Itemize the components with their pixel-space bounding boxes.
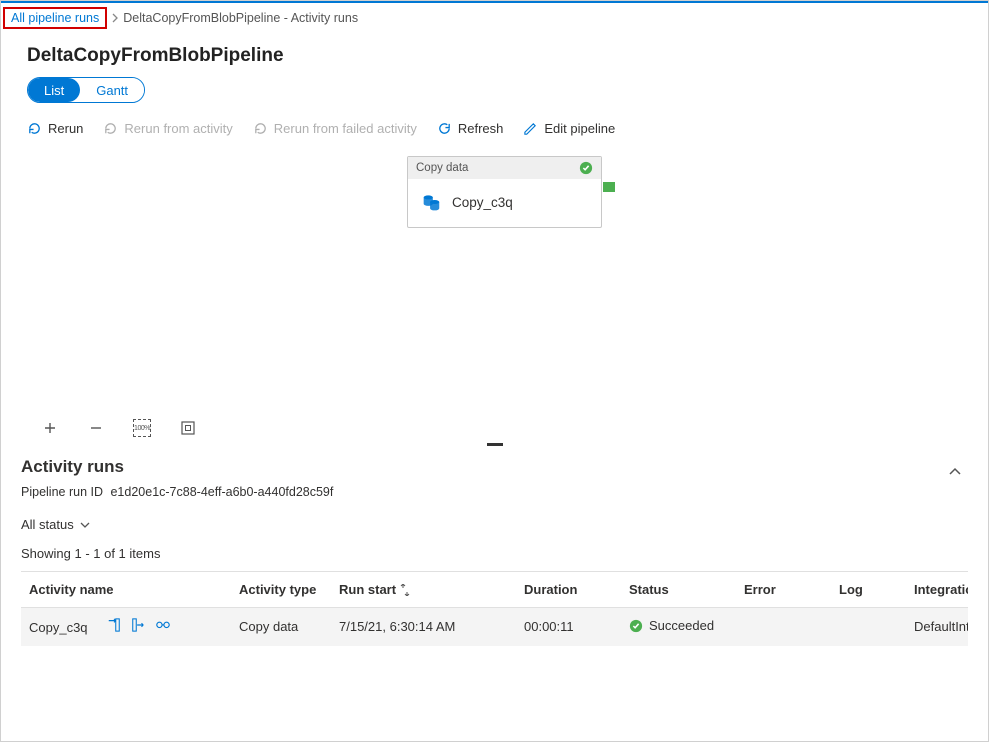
col-status[interactable]: Status xyxy=(621,572,736,608)
col-error[interactable]: Error xyxy=(736,572,831,608)
col-run-start[interactable]: Run start xyxy=(331,572,516,608)
chevron-right-icon xyxy=(111,13,119,23)
database-icon xyxy=(420,191,442,213)
status-filter-label: All status xyxy=(21,517,74,532)
col-activity-type[interactable]: Activity type xyxy=(231,572,331,608)
pipeline-canvas[interactable]: Copy data Copy_c3q xyxy=(27,152,970,437)
refresh-icon xyxy=(437,121,452,136)
cell-activity-type: Copy data xyxy=(231,608,331,646)
rerun-activity-label: Rerun from activity xyxy=(124,121,232,136)
pipeline-run-id: Pipeline run ID e1d20e1c-7c88-4eff-a6b0-… xyxy=(21,485,968,499)
activity-runs-heading: Activity runs xyxy=(21,457,124,477)
edit-pipeline-button[interactable]: Edit pipeline xyxy=(523,121,615,136)
rerun-label: Rerun xyxy=(48,121,83,136)
breadcrumb: All pipeline runs DeltaCopyFromBlobPipel… xyxy=(1,3,988,33)
breadcrumb-root-link[interactable]: All pipeline runs xyxy=(3,7,107,29)
pencil-icon xyxy=(523,121,538,136)
refresh-button[interactable]: Refresh xyxy=(437,121,504,136)
fit-screen-button[interactable] xyxy=(179,419,197,437)
cell-integration: DefaultIntegr xyxy=(906,608,968,646)
col-integration[interactable]: Integration r xyxy=(906,572,968,608)
glasses-icon[interactable] xyxy=(155,618,171,632)
cell-log xyxy=(831,608,906,646)
item-count-text: Showing 1 - 1 of 1 items xyxy=(21,546,968,561)
view-toggle-list[interactable]: List xyxy=(28,78,80,102)
rerun-activity-icon xyxy=(103,121,118,136)
refresh-label: Refresh xyxy=(458,121,504,136)
rerun-icon xyxy=(27,121,42,136)
sort-icon xyxy=(400,584,410,596)
zoom-out-button[interactable] xyxy=(87,419,105,437)
activity-node-header: Copy data xyxy=(408,157,601,179)
rerun-from-failed-button: Rerun from failed activity xyxy=(253,121,417,136)
rerun-failed-label: Rerun from failed activity xyxy=(274,121,417,136)
collapse-panel-button[interactable] xyxy=(942,460,968,482)
rerun-failed-icon xyxy=(253,121,268,136)
table-row[interactable]: Copy_c3q Copy data 7/15/21, 6: xyxy=(21,608,968,646)
cell-activity-name: Copy_c3q xyxy=(29,620,88,635)
zoom-in-button[interactable] xyxy=(41,419,59,437)
status-filter-dropdown[interactable]: All status xyxy=(21,517,90,532)
edit-label: Edit pipeline xyxy=(544,121,615,136)
input-icon[interactable] xyxy=(107,618,121,632)
rerun-from-activity-button: Rerun from activity xyxy=(103,121,232,136)
view-toggle-gantt[interactable]: Gantt xyxy=(80,78,144,102)
page-title: DeltaCopyFromBlobPipeline xyxy=(27,45,970,67)
zoom-reset-button[interactable]: 100% xyxy=(133,419,151,437)
chevron-down-icon xyxy=(80,521,90,529)
splitter-handle[interactable] xyxy=(1,437,988,451)
col-log[interactable]: Log xyxy=(831,572,906,608)
run-id-value: e1d20e1c-7c88-4eff-a6b0-a440fd28c59f xyxy=(110,485,333,499)
col-run-start-label: Run start xyxy=(339,582,396,597)
cell-run-start: 7/15/21, 6:30:14 AM xyxy=(331,608,516,646)
view-toggle: List Gantt xyxy=(27,77,145,103)
toolbar: Rerun Rerun from activity Rerun from fai… xyxy=(27,115,970,146)
output-connector xyxy=(603,182,615,192)
cell-error xyxy=(736,608,831,646)
output-icon[interactable] xyxy=(131,618,145,632)
cell-duration: 00:00:11 xyxy=(516,608,621,646)
activity-runs-table: Activity name Activity type Run start Du… xyxy=(21,571,968,646)
run-id-label: Pipeline run ID xyxy=(21,485,103,499)
activity-type-label: Copy data xyxy=(416,162,468,174)
cell-status: Succeeded xyxy=(649,618,714,633)
col-duration[interactable]: Duration xyxy=(516,572,621,608)
activity-name-text: Copy_c3q xyxy=(452,195,513,210)
drag-handle-icon xyxy=(487,443,503,446)
col-activity-name[interactable]: Activity name xyxy=(21,572,231,608)
breadcrumb-current: DeltaCopyFromBlobPipeline - Activity run… xyxy=(123,11,358,25)
activity-node[interactable]: Copy data Copy_c3q xyxy=(407,156,602,228)
canvas-controls: 100% xyxy=(41,419,197,437)
activity-node-body: Copy_c3q xyxy=(408,179,601,227)
rerun-button[interactable]: Rerun xyxy=(27,121,83,136)
status-success-icon xyxy=(629,619,643,633)
success-check-icon xyxy=(579,161,593,175)
